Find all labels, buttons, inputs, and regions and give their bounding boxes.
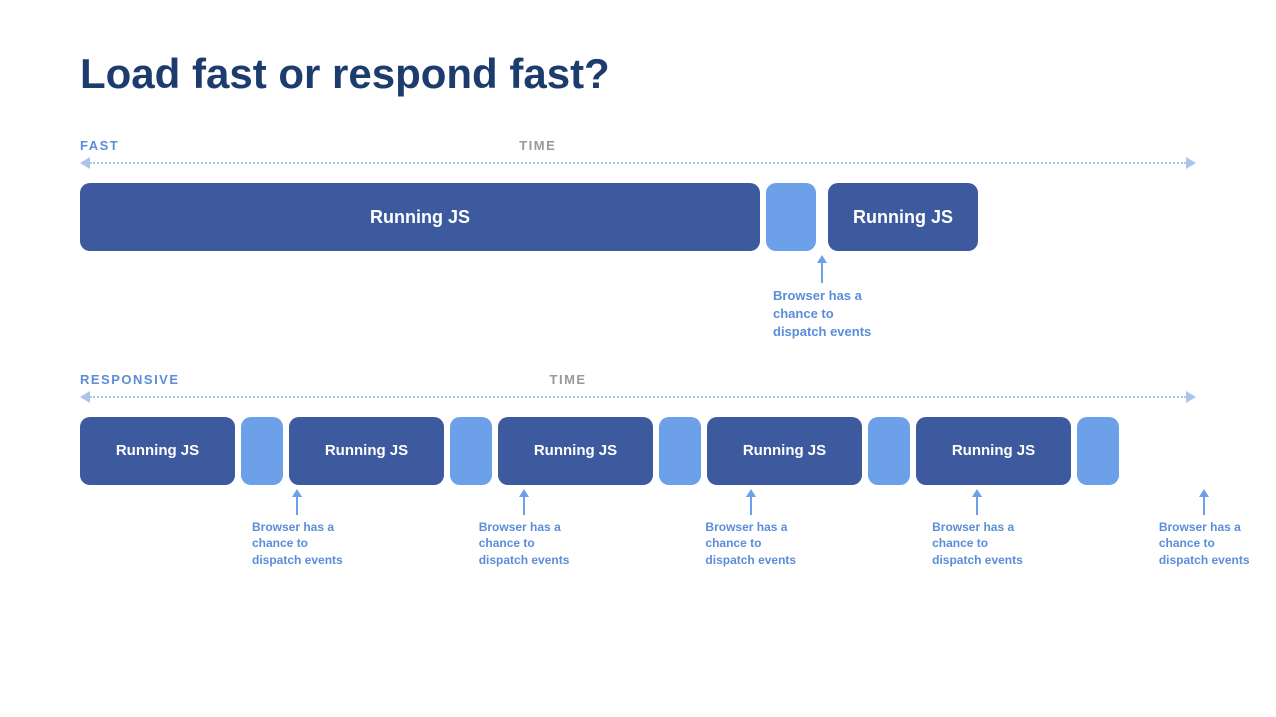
fast-header-row: FAST TIME — [80, 138, 1196, 153]
fast-timeline-line — [90, 162, 1186, 164]
resp-gap-2 — [450, 417, 492, 485]
resp-ann-1-tip — [292, 489, 302, 497]
resp-running-js-4: Running JS — [707, 417, 862, 485]
fast-annotation-area: Browser has achance todispatch events — [80, 255, 1196, 342]
resp-label: RESPONSIVE — [80, 372, 180, 387]
resp-ann-4: Browser has achance todispatch events — [932, 489, 1023, 569]
fast-running-js-2: Running JS — [828, 183, 978, 251]
resp-gap-4 — [868, 417, 910, 485]
resp-ann-2-line — [523, 497, 525, 515]
fast-ann-tip — [817, 255, 827, 263]
resp-running-js-2: Running JS — [289, 417, 444, 485]
resp-ann-4-line — [976, 497, 978, 515]
fast-timeline-arrow-left — [80, 157, 90, 169]
resp-ann-5-text: Browser has achance todispatch events — [1159, 519, 1250, 569]
fast-timeline-arrow-right — [1186, 157, 1196, 169]
fast-gap-block — [766, 183, 816, 251]
resp-running-js-1: Running JS — [80, 417, 235, 485]
resp-gap-3 — [659, 417, 701, 485]
resp-gap-1 — [241, 417, 283, 485]
resp-running-js-5: Running JS — [916, 417, 1071, 485]
fast-time-label: TIME — [519, 138, 556, 153]
resp-timeline-arrow-left — [80, 391, 90, 403]
resp-ann-4-text: Browser has achance todispatch events — [932, 519, 1023, 569]
fast-annotation: Browser has achance todispatch events — [773, 255, 871, 342]
resp-ann-1-line — [296, 497, 298, 515]
resp-ann-3-tip — [746, 489, 756, 497]
resp-blocks-row: Running JS Running JS Running JS Running… — [80, 417, 1196, 485]
resp-ann-1: Browser has achance todispatch events — [252, 489, 343, 569]
resp-ann-2-text: Browser has achance todispatch events — [479, 519, 570, 569]
resp-ann-2: Browser has achance todispatch events — [479, 489, 570, 569]
fast-running-js-1: Running JS — [80, 183, 760, 251]
resp-ann-5-line — [1203, 497, 1205, 515]
resp-ann-3: Browser has achance todispatch events — [705, 489, 796, 569]
resp-annotations-row: Browser has achance todispatch events Br… — [80, 489, 1196, 569]
page-title: Load fast or respond fast? — [80, 50, 1196, 98]
resp-running-js-3: Running JS — [498, 417, 653, 485]
fast-label: FAST — [80, 138, 119, 153]
fast-ann-line — [821, 263, 823, 283]
resp-ann-2-tip — [519, 489, 529, 497]
fast-blocks-row: Running JS Running JS — [80, 183, 1196, 251]
resp-ann-3-text: Browser has achance todispatch events — [705, 519, 796, 569]
resp-time-label: TIME — [550, 372, 587, 387]
resp-timeline-arrow-right — [1186, 391, 1196, 403]
fast-timeline — [80, 157, 1196, 169]
resp-header-row: RESPONSIVE TIME — [80, 372, 1196, 387]
fast-section: FAST TIME Running JS Running JS Browser … — [80, 138, 1196, 342]
resp-timeline-line — [90, 396, 1186, 398]
resp-gap-5 — [1077, 417, 1119, 485]
responsive-section: RESPONSIVE TIME Running JS Running JS Ru… — [80, 372, 1196, 569]
resp-ann-3-line — [750, 497, 752, 515]
resp-ann-5-tip — [1199, 489, 1209, 497]
resp-ann-1-text: Browser has achance todispatch events — [252, 519, 343, 569]
resp-ann-5: Browser has achance todispatch events — [1159, 489, 1250, 569]
page-container: Load fast or respond fast? FAST TIME Run… — [0, 0, 1276, 639]
fast-ann-text: Browser has achance todispatch events — [773, 287, 871, 342]
resp-ann-4-tip — [972, 489, 982, 497]
resp-timeline — [80, 391, 1196, 403]
